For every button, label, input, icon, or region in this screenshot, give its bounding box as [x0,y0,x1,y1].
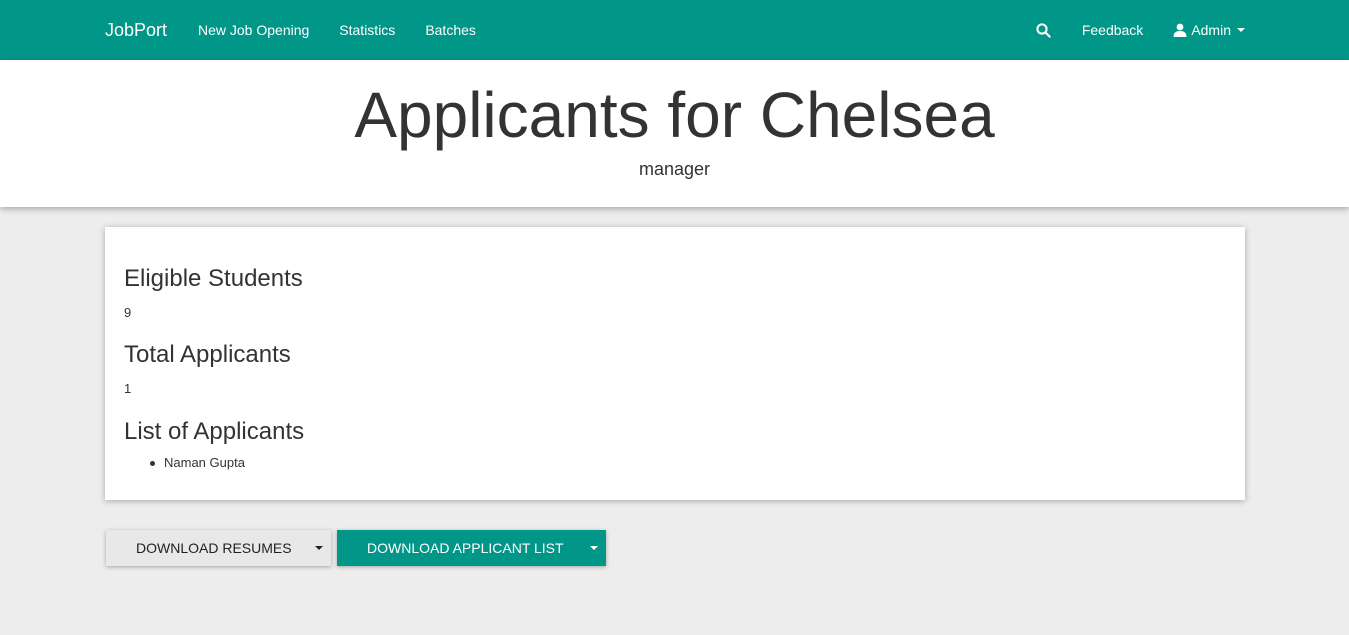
total-applicants-heading: Total Applicants [124,341,291,368]
page-subtitle: manager [638,159,711,179]
download-applicant-list-button[interactable]: DOWNLOAD APPLICANT LIST [337,530,582,566]
nav-new-job-opening[interactable]: New Job Opening [198,0,309,60]
total-applicants-count: 1 [124,381,132,396]
download-applicant-list-group: DOWNLOAD APPLICANT LIST [337,530,606,566]
nav-batches[interactable]: Batches [425,0,476,60]
page-header: Applicants for Chelsea manager [0,60,1349,207]
navbar: JobPort New Job Opening Statistics Batch… [0,0,1349,60]
page-title: Applicants for Chelsea [354,79,995,151]
applicant-list-heading: List of Applicants [124,418,305,445]
search-icon[interactable] [1035,0,1053,60]
eligible-students-count: 9 [124,305,132,320]
download-resumes-group: DOWNLOAD RESUMES [106,530,331,566]
user-icon [1173,23,1187,37]
caret-down-icon [315,546,323,550]
nav-links: New Job Opening Statistics Batches [198,0,506,60]
applicant-list: Naman Gupta [150,455,245,471]
nav-right: Feedback Admin [1035,0,1245,60]
download-resumes-dropdown-toggle[interactable] [307,530,331,566]
admin-label: Admin [1191,22,1231,38]
applicant-name: Naman Gupta [164,455,245,470]
nav-statistics[interactable]: Statistics [339,0,395,60]
brand-link[interactable]: JobPort [105,0,167,60]
applicant-summary-card: Eligible Students 9 Total Applicants 1 L… [105,227,1245,500]
chevron-down-icon [1237,28,1245,32]
list-item: Naman Gupta [150,455,245,471]
caret-down-icon [590,546,598,550]
bullet-icon [150,460,155,466]
admin-dropdown[interactable]: Admin [1173,0,1245,60]
download-resumes-button[interactable]: DOWNLOAD RESUMES [106,530,307,566]
download-applicant-list-dropdown-toggle[interactable] [582,530,606,566]
nav-feedback[interactable]: Feedback [1082,0,1143,60]
eligible-students-heading: Eligible Students [124,265,303,292]
